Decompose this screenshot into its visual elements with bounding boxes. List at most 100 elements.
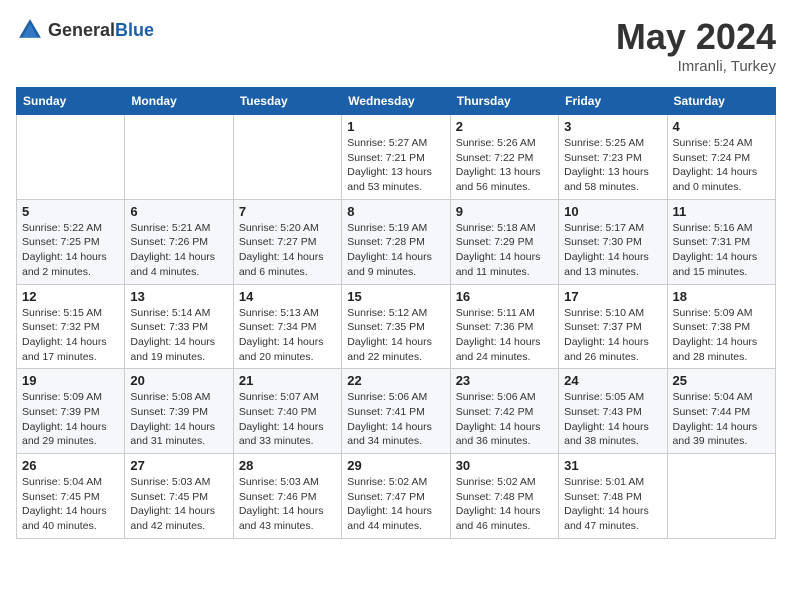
location: Imranli, Turkey — [616, 58, 776, 75]
cell-info: Sunrise: 5:02 AM Sunset: 7:48 PM Dayligh… — [456, 475, 553, 534]
cell-day-number: 25 — [673, 373, 770, 388]
cell-day-number: 10 — [564, 204, 661, 219]
cell-info: Sunrise: 5:05 AM Sunset: 7:43 PM Dayligh… — [564, 390, 661, 449]
calendar-cell: 8 Sunrise: 5:19 AM Sunset: 7:28 PM Daylig… — [342, 199, 450, 284]
cell-info: Sunrise: 5:27 AM Sunset: 7:21 PM Dayligh… — [347, 136, 444, 195]
cell-info: Sunrise: 5:17 AM Sunset: 7:30 PM Dayligh… — [564, 221, 661, 280]
cell-day-number: 23 — [456, 373, 553, 388]
cell-info: Sunrise: 5:21 AM Sunset: 7:26 PM Dayligh… — [130, 221, 227, 280]
cell-info: Sunrise: 5:03 AM Sunset: 7:45 PM Dayligh… — [130, 475, 227, 534]
calendar-cell: 11 Sunrise: 5:16 AM Sunset: 7:31 PM Dayli… — [667, 199, 775, 284]
cell-info: Sunrise: 5:09 AM Sunset: 7:38 PM Dayligh… — [673, 306, 770, 365]
calendar-cell: 20 Sunrise: 5:08 AM Sunset: 7:39 PM Dayli… — [125, 369, 233, 454]
calendar-cell: 2 Sunrise: 5:26 AM Sunset: 7:22 PM Daylig… — [450, 115, 558, 200]
cell-day-number: 13 — [130, 289, 227, 304]
cell-day-number: 26 — [22, 458, 119, 473]
cell-info: Sunrise: 5:25 AM Sunset: 7:23 PM Dayligh… — [564, 136, 661, 195]
calendar-week-5: 26Sunrise: 5:04 AM Sunset: 7:45 PM Dayli… — [17, 454, 776, 539]
cell-info: Sunrise: 5:12 AM Sunset: 7:35 PM Dayligh… — [347, 306, 444, 365]
calendar-week-2: 5 Sunrise: 5:22 AM Sunset: 7:25 PM Daylig… — [17, 199, 776, 284]
calendar-week-4: 19Sunrise: 5:09 AM Sunset: 7:39 PM Dayli… — [17, 369, 776, 454]
calendar-cell: 29 Sunrise: 5:02 AM Sunset: 7:47 PM Dayli… — [342, 454, 450, 539]
cell-info: Sunrise: 5:06 AM Sunset: 7:41 PM Dayligh… — [347, 390, 444, 449]
cell-day-number: 9 — [456, 204, 553, 219]
calendar-cell: 23 Sunrise: 5:06 AM Sunset: 7:42 PM Dayli… — [450, 369, 558, 454]
calendar-cell: 18 Sunrise: 5:09 AM Sunset: 7:38 PM Dayli… — [667, 284, 775, 369]
title-block: May 2024 Imranli, Turkey — [616, 16, 776, 75]
calendar-cell: 13 Sunrise: 5:14 AM Sunset: 7:33 PM Dayli… — [125, 284, 233, 369]
month-title: May 2024 — [616, 16, 776, 58]
cell-day-number: 4 — [673, 119, 770, 134]
cell-day-number: 29 — [347, 458, 444, 473]
cell-info: Sunrise: 5:26 AM Sunset: 7:22 PM Dayligh… — [456, 136, 553, 195]
calendar-cell: 17Sunrise: 5:10 AM Sunset: 7:37 PM Dayli… — [559, 284, 667, 369]
calendar-cell: 12 Sunrise: 5:15 AM Sunset: 7:32 PM Dayli… — [17, 284, 125, 369]
cell-info: Sunrise: 5:14 AM Sunset: 7:33 PM Dayligh… — [130, 306, 227, 365]
calendar-cell: 6 Sunrise: 5:21 AM Sunset: 7:26 PM Daylig… — [125, 199, 233, 284]
calendar-cell — [233, 115, 341, 200]
calendar-cell: 24 Sunrise: 5:05 AM Sunset: 7:43 PM Dayli… — [559, 369, 667, 454]
calendar-cell: 25 Sunrise: 5:04 AM Sunset: 7:44 PM Dayli… — [667, 369, 775, 454]
calendar-cell: 21 Sunrise: 5:07 AM Sunset: 7:40 PM Dayli… — [233, 369, 341, 454]
cell-day-number: 15 — [347, 289, 444, 304]
cell-day-number: 1 — [347, 119, 444, 134]
cell-day-number: 20 — [130, 373, 227, 388]
cell-info: Sunrise: 5:07 AM Sunset: 7:40 PM Dayligh… — [239, 390, 336, 449]
calendar-table: SundayMondayTuesdayWednesdayThursdayFrid… — [16, 87, 776, 539]
cell-day-number: 22 — [347, 373, 444, 388]
calendar-cell: 31Sunrise: 5:01 AM Sunset: 7:48 PM Dayli… — [559, 454, 667, 539]
cell-day-number: 21 — [239, 373, 336, 388]
calendar-cell: 30Sunrise: 5:02 AM Sunset: 7:48 PM Dayli… — [450, 454, 558, 539]
cell-day-number: 2 — [456, 119, 553, 134]
calendar-cell: 14Sunrise: 5:13 AM Sunset: 7:34 PM Dayli… — [233, 284, 341, 369]
logo-blue: Blue — [115, 20, 154, 40]
calendar-week-3: 12 Sunrise: 5:15 AM Sunset: 7:32 PM Dayli… — [17, 284, 776, 369]
weekday-saturday: Saturday — [667, 88, 775, 115]
cell-info: Sunrise: 5:04 AM Sunset: 7:44 PM Dayligh… — [673, 390, 770, 449]
calendar-cell: 26Sunrise: 5:04 AM Sunset: 7:45 PM Dayli… — [17, 454, 125, 539]
cell-day-number: 17 — [564, 289, 661, 304]
cell-day-number: 11 — [673, 204, 770, 219]
calendar-cell: 1 Sunrise: 5:27 AM Sunset: 7:21 PM Daylig… — [342, 115, 450, 200]
weekday-thursday: Thursday — [450, 88, 558, 115]
cell-day-number: 6 — [130, 204, 227, 219]
cell-day-number: 5 — [22, 204, 119, 219]
calendar-cell: 15 Sunrise: 5:12 AM Sunset: 7:35 PM Dayli… — [342, 284, 450, 369]
calendar-cell: 22 Sunrise: 5:06 AM Sunset: 7:41 PM Dayli… — [342, 369, 450, 454]
cell-info: Sunrise: 5:06 AM Sunset: 7:42 PM Dayligh… — [456, 390, 553, 449]
calendar-cell: 10 Sunrise: 5:17 AM Sunset: 7:30 PM Dayli… — [559, 199, 667, 284]
logo: GeneralBlue — [16, 16, 154, 44]
page-header: GeneralBlue May 2024 Imranli, Turkey — [16, 16, 776, 75]
cell-info: Sunrise: 5:18 AM Sunset: 7:29 PM Dayligh… — [456, 221, 553, 280]
calendar-cell: 4 Sunrise: 5:24 AM Sunset: 7:24 PM Daylig… — [667, 115, 775, 200]
cell-day-number: 18 — [673, 289, 770, 304]
cell-day-number: 7 — [239, 204, 336, 219]
calendar-cell: 27 Sunrise: 5:03 AM Sunset: 7:45 PM Dayli… — [125, 454, 233, 539]
cell-day-number: 12 — [22, 289, 119, 304]
cell-info: Sunrise: 5:03 AM Sunset: 7:46 PM Dayligh… — [239, 475, 336, 534]
cell-day-number: 3 — [564, 119, 661, 134]
cell-info: Sunrise: 5:16 AM Sunset: 7:31 PM Dayligh… — [673, 221, 770, 280]
cell-day-number: 31 — [564, 458, 661, 473]
cell-info: Sunrise: 5:08 AM Sunset: 7:39 PM Dayligh… — [130, 390, 227, 449]
weekday-friday: Friday — [559, 88, 667, 115]
calendar-body: 1 Sunrise: 5:27 AM Sunset: 7:21 PM Daylig… — [17, 115, 776, 539]
cell-info: Sunrise: 5:20 AM Sunset: 7:27 PM Dayligh… — [239, 221, 336, 280]
cell-day-number: 24 — [564, 373, 661, 388]
calendar-cell — [667, 454, 775, 539]
calendar-cell — [125, 115, 233, 200]
weekday-header-row: SundayMondayTuesdayWednesdayThursdayFrid… — [17, 88, 776, 115]
calendar-cell: 5 Sunrise: 5:22 AM Sunset: 7:25 PM Daylig… — [17, 199, 125, 284]
calendar-cell: 3 Sunrise: 5:25 AM Sunset: 7:23 PM Daylig… — [559, 115, 667, 200]
calendar-cell — [17, 115, 125, 200]
cell-info: Sunrise: 5:15 AM Sunset: 7:32 PM Dayligh… — [22, 306, 119, 365]
cell-info: Sunrise: 5:09 AM Sunset: 7:39 PM Dayligh… — [22, 390, 119, 449]
cell-info: Sunrise: 5:24 AM Sunset: 7:24 PM Dayligh… — [673, 136, 770, 195]
cell-info: Sunrise: 5:19 AM Sunset: 7:28 PM Dayligh… — [347, 221, 444, 280]
cell-info: Sunrise: 5:02 AM Sunset: 7:47 PM Dayligh… — [347, 475, 444, 534]
cell-day-number: 8 — [347, 204, 444, 219]
cell-day-number: 27 — [130, 458, 227, 473]
cell-info: Sunrise: 5:22 AM Sunset: 7:25 PM Dayligh… — [22, 221, 119, 280]
calendar-cell: 9 Sunrise: 5:18 AM Sunset: 7:29 PM Daylig… — [450, 199, 558, 284]
weekday-wednesday: Wednesday — [342, 88, 450, 115]
